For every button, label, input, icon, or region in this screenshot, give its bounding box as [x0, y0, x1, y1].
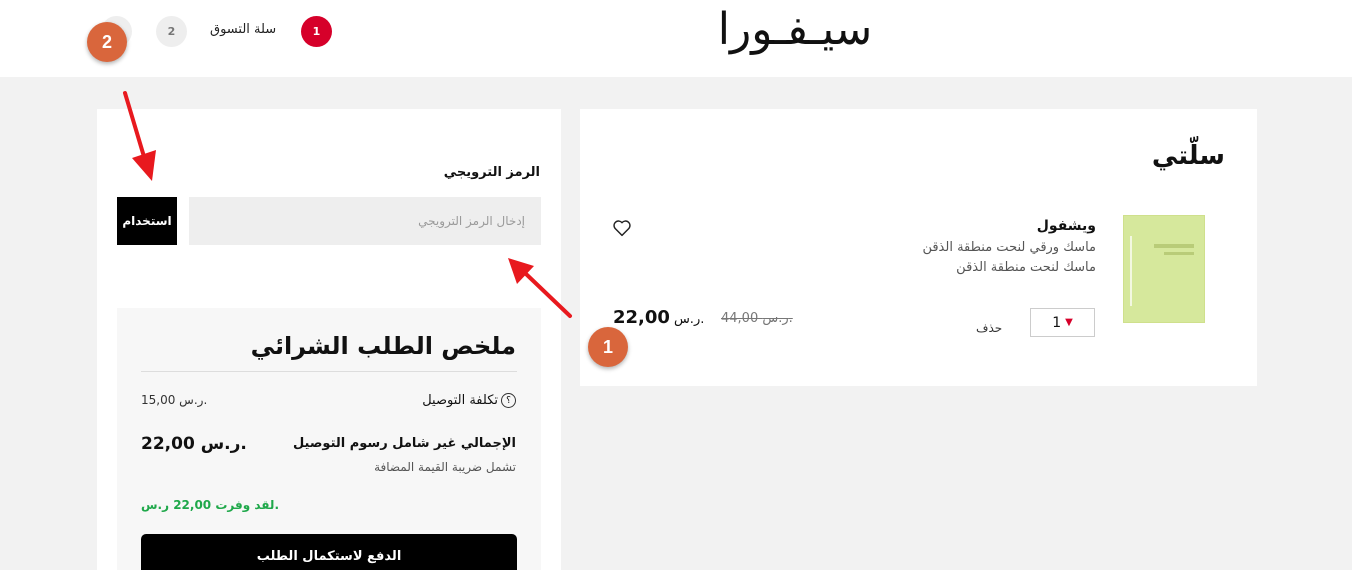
- order-summary-title: ملخص الطلب الشرائي: [250, 332, 516, 360]
- product-image[interactable]: [1123, 215, 1205, 323]
- checkout-button[interactable]: الدفع لاستكمال الطلب: [141, 534, 517, 570]
- order-summary-panel: ملخص الطلب الشرائي تكلفة التوصيل ؟ 15,00…: [117, 308, 541, 570]
- checkout-step-1: 1: [301, 16, 332, 47]
- quantity-value: 1: [1052, 314, 1062, 331]
- cart-title: سلّتي: [1151, 141, 1225, 171]
- promo-code-label: الرمز الترويجي: [443, 165, 540, 180]
- cart-panel: سلّتي ويشفول ماسك ورقي لنحت منطقة الذقن …: [580, 109, 1257, 386]
- site-header: سيـفـورا 3 2 سلة التسوق 1: [0, 0, 1352, 77]
- help-icon[interactable]: ؟: [501, 393, 516, 408]
- delete-item-link[interactable]: حذف: [976, 321, 1002, 335]
- subtotal-value: 22,00 ر.س.: [141, 434, 247, 454]
- annotation-badge-1: 1: [588, 327, 628, 367]
- subtotal-label: الإجمالي غير شامل رسوم التوصيل: [292, 436, 516, 451]
- shipping-cost-text: تكلفة التوصيل: [422, 393, 498, 408]
- annotation-badge-2: 2: [87, 22, 127, 62]
- checkout-step-1-label: سلة التسوق: [210, 22, 277, 37]
- shipping-cost-value: 15,00 ر.س.: [141, 393, 208, 407]
- sale-price-currency: ر.س.: [673, 312, 705, 327]
- sale-price-value: 22,00: [613, 307, 670, 328]
- product-subtitle: ماسك لنحت منطقة الذقن: [956, 260, 1096, 275]
- sephora-logo[interactable]: سيـفـورا: [680, 6, 910, 54]
- checkout-step-2: 2: [156, 16, 187, 47]
- shipping-cost-label: تكلفة التوصيل ؟: [422, 393, 516, 408]
- product-brand[interactable]: ويشفول: [1037, 218, 1096, 234]
- original-price: 44,00 ر.س.: [721, 311, 793, 326]
- vat-note: تشمل ضريبة القيمة المضافة: [374, 460, 516, 474]
- savings-text: لقد وفرت 22,00 ر.س.: [141, 498, 280, 512]
- chevron-down-icon: ▼: [1065, 317, 1073, 328]
- apply-promo-button[interactable]: استخدام: [117, 197, 177, 245]
- promo-code-input[interactable]: [189, 197, 541, 245]
- quantity-select[interactable]: 1 ▼: [1030, 308, 1095, 337]
- product-description: ماسك ورقي لنحت منطقة الذقن: [922, 240, 1096, 255]
- wishlist-heart-icon[interactable]: [612, 219, 632, 237]
- summary-divider: [141, 371, 517, 372]
- sale-price: 22,00 ر.س.: [613, 307, 704, 328]
